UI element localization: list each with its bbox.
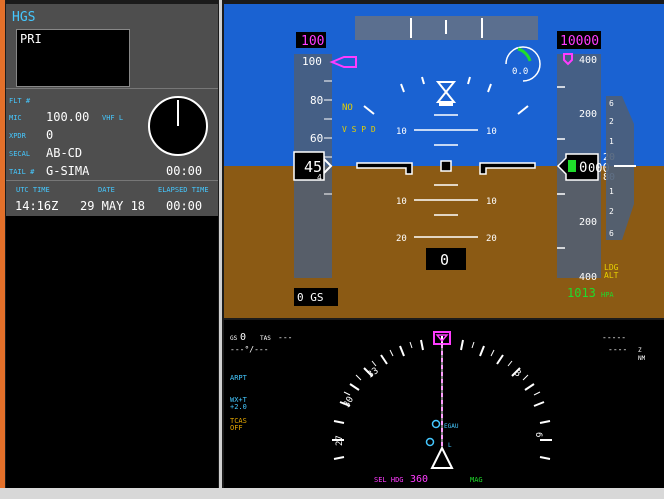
vhf-label: VHF L	[102, 114, 124, 122]
hgs-mode-box[interactable]: PRI	[16, 29, 130, 87]
compass-label: 3	[512, 368, 522, 379]
pitch-label: 20	[486, 234, 497, 244]
tail-value[interactable]: G-SIMA	[46, 164, 89, 178]
dist-z: Z	[638, 347, 642, 354]
compass-label: 33	[366, 366, 381, 380]
vsi-label: 6	[609, 99, 614, 108]
analog-clock	[148, 96, 208, 156]
speed-tick-label: 100	[302, 55, 322, 68]
vsi-label: 1	[609, 187, 614, 196]
elapsed-label: ELAPSED TIME	[158, 186, 209, 194]
vs-readout: 0.0	[512, 67, 528, 77]
date-label: DATE	[98, 186, 115, 194]
compass-label: 27	[335, 435, 345, 446]
clock-value: 00:00	[166, 164, 203, 178]
secal-value[interactable]: AB-CD	[46, 146, 82, 160]
bottom-strip	[0, 488, 664, 499]
utc-label: UTC TIME	[16, 186, 50, 194]
dist-nm: NM	[638, 355, 646, 362]
pitch-label: 10	[486, 127, 497, 137]
wxt-value: +2.0	[230, 403, 247, 411]
pitch-label: 10	[486, 197, 497, 207]
vsi-label: 6	[609, 229, 614, 238]
alt-tick-label: 400	[579, 55, 597, 66]
speed-sub: 4	[317, 173, 322, 182]
waypoint-symbol[interactable]	[425, 437, 435, 447]
divider	[6, 88, 218, 89]
aircraft-icon	[430, 445, 454, 469]
utc-value: 14:16Z	[15, 199, 59, 213]
tas-value: ---	[278, 333, 292, 342]
waypoint-symbol[interactable]	[431, 419, 441, 429]
speed-tick-label: 60	[310, 132, 323, 145]
alt-label: ALT	[604, 271, 619, 280]
pitch-label: 10	[396, 197, 407, 207]
alt-current: 0	[579, 160, 587, 176]
sel-hdg-label: SEL HDG	[374, 476, 404, 484]
compass-label: 30	[342, 395, 356, 409]
xpdr-value[interactable]: 0	[46, 128, 53, 142]
vsi-label: 1	[609, 137, 614, 146]
secal-label: SECAL	[9, 150, 31, 158]
hgs-title: HGS	[12, 10, 36, 25]
vsi-label: 2	[609, 117, 614, 126]
date-value: 29 MAY 18	[80, 199, 146, 213]
primary-flight-display: 100 100 80 60 NO V S P D 45 4 0 GS 10 10…	[224, 4, 664, 318]
window-edge	[0, 0, 5, 499]
elapsed-value[interactable]: 00:00	[166, 199, 202, 213]
waypoint-label: L	[448, 442, 452, 449]
compass-label: 6	[533, 432, 543, 437]
pitch-label: 20	[396, 234, 407, 244]
arpt-button[interactable]: ARPT	[230, 374, 248, 382]
speed-tick-label: 80	[310, 94, 323, 107]
baro-value[interactable]: 1013	[567, 286, 596, 300]
baro-unit: HPA	[601, 291, 614, 299]
pitch-label: 10	[396, 127, 407, 137]
panel-separator	[219, 0, 222, 499]
avionics-simulator-screen: HGS PRI FLT # MIC 100.00 VHF L XPDR 0 SE…	[0, 0, 664, 499]
xpdr-label: XPDR	[9, 132, 26, 140]
mag-label: MAG	[470, 476, 483, 484]
dist-top: -----	[602, 333, 626, 342]
alt-tick-label: 200	[579, 217, 597, 228]
divider	[6, 180, 218, 181]
gs-value: 0	[240, 332, 246, 343]
blank-panel	[6, 216, 218, 488]
mic-label: MIC	[9, 114, 22, 122]
speed-target: 100	[301, 34, 324, 49]
tcas-value: OFF	[230, 424, 243, 432]
no-label: NO	[342, 103, 353, 113]
gs-label: GS	[230, 335, 238, 342]
dist-mid: ----	[608, 345, 627, 354]
mic-value[interactable]: 100.00	[46, 110, 89, 124]
sel-hdg-value[interactable]: 360	[410, 474, 428, 485]
navigation-display: GS 0 TAS --- ---°/--- ----- ---- Z NM AR…	[224, 320, 664, 488]
wind-value: ---°/---	[230, 345, 269, 354]
alt-tick-label: 200	[579, 109, 597, 120]
vsi-label: 2	[609, 207, 614, 216]
control-panel: HGS PRI FLT # MIC 100.00 VHF L XPDR 0 SE…	[6, 4, 218, 216]
alt-tick-label: 400	[579, 272, 597, 283]
flt-label: FLT #	[9, 97, 31, 105]
gs-readout: 0 GS	[297, 291, 324, 304]
alt-target: 10000	[560, 34, 599, 49]
tas-label: TAS	[260, 335, 271, 342]
hgs-mode: PRI	[20, 32, 42, 46]
center-readout: 0	[440, 251, 449, 269]
waypoint-label: EGAU	[444, 423, 459, 430]
tail-label: TAIL #	[9, 168, 35, 176]
vspd-label: V S P D	[342, 125, 376, 134]
